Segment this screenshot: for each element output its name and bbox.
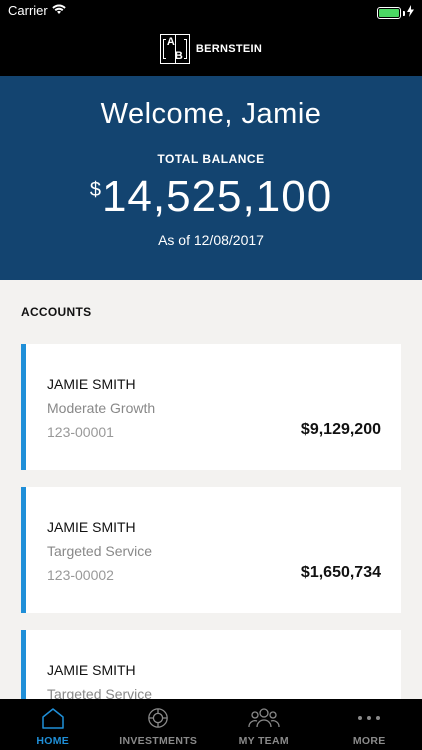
more-icon bbox=[355, 707, 383, 734]
battery-icon bbox=[377, 7, 401, 19]
status-bar: Carrier bbox=[0, 0, 422, 22]
account-holder-name: JAMIE SMITH bbox=[47, 519, 136, 535]
account-holder-name: JAMIE SMITH bbox=[47, 376, 136, 392]
charging-bolt-icon bbox=[407, 4, 414, 22]
tab-my-team[interactable]: MY TEAM bbox=[211, 699, 317, 750]
battery-level bbox=[379, 9, 399, 17]
carrier-label: Carrier bbox=[8, 3, 48, 18]
tab-my-team-label: MY TEAM bbox=[238, 735, 289, 747]
status-right bbox=[377, 4, 414, 22]
account-card[interactable]: JAMIE SMITH Targeted Service 123-00002 $… bbox=[21, 487, 401, 613]
tab-more-label: MORE bbox=[352, 735, 386, 747]
logo-bracket-right bbox=[183, 39, 187, 59]
account-number: 123-00001 bbox=[47, 424, 114, 440]
tab-more[interactable]: MORE bbox=[317, 699, 422, 750]
logo-bracket-left bbox=[162, 39, 166, 59]
logo-letter-b: B bbox=[174, 50, 183, 62]
balance-amount: 14,525,100 bbox=[101, 172, 333, 221]
nav-bar: A B BERNSTEIN bbox=[0, 22, 422, 76]
account-card[interactable]: JAMIE SMITH Moderate Growth 123-00001 $9… bbox=[21, 344, 401, 470]
welcome-heading: Welcome, Jamie bbox=[100, 98, 322, 130]
account-value: $9,129,200 bbox=[300, 421, 381, 438]
account-strategy: Moderate Growth bbox=[47, 400, 156, 416]
home-icon bbox=[41, 707, 65, 734]
tab-investments-label: INVESTMENTS bbox=[119, 735, 198, 747]
balance-hero: Welcome, Jamie TOTAL BALANCE $ 14,525,10… bbox=[0, 76, 422, 280]
tab-home-label: HOME bbox=[36, 735, 70, 747]
tab-home[interactable]: HOME bbox=[0, 699, 106, 750]
account-value: $1,650,734 bbox=[300, 564, 381, 581]
as-of-date: As of 12/08/2017 bbox=[158, 232, 264, 248]
tab-investments[interactable]: INVESTMENTS bbox=[106, 699, 212, 750]
accounts-section-title: ACCOUNTS bbox=[21, 305, 92, 319]
account-number: 123-00002 bbox=[47, 567, 114, 583]
ab-logo: A B bbox=[159, 34, 190, 64]
wifi-icon bbox=[52, 3, 66, 18]
account-strategy: Targeted Service bbox=[47, 543, 153, 559]
currency-symbol: $ bbox=[89, 179, 101, 201]
total-balance: $ 14,525,100 bbox=[0, 172, 422, 222]
account-holder-name: JAMIE SMITH bbox=[47, 662, 136, 678]
status-left: Carrier bbox=[8, 3, 66, 18]
battery-tip bbox=[403, 10, 405, 16]
total-balance-label: TOTAL BALANCE bbox=[157, 152, 265, 166]
brand-name: BERNSTEIN bbox=[195, 43, 263, 55]
logo-letter-a: A bbox=[166, 36, 175, 48]
tab-bar: HOME INVESTMENTS MY TEAM MORE bbox=[0, 699, 422, 750]
team-icon bbox=[248, 707, 280, 734]
investments-icon bbox=[146, 707, 170, 734]
